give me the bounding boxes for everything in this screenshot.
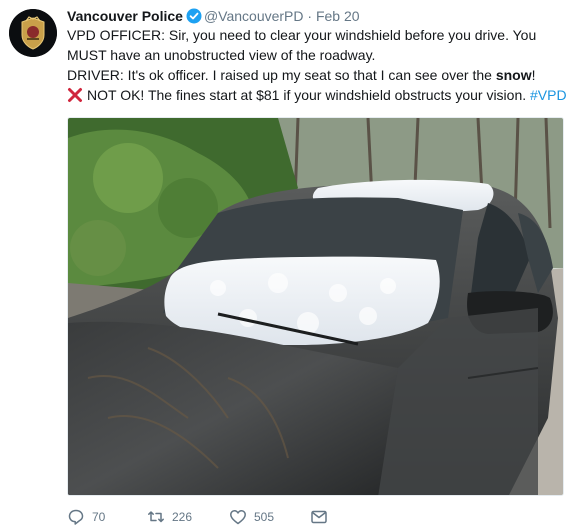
tweet-photo[interactable]: [67, 117, 564, 496]
tweet-date[interactable]: Feb 20: [316, 8, 360, 24]
fines-text: NOT OK! The fines start at $81 if your w…: [87, 87, 531, 103]
avatar[interactable]: [9, 9, 57, 57]
cross-mark-icon: [67, 87, 83, 108]
like-icon: [230, 510, 246, 525]
message-action[interactable]: [310, 508, 328, 526]
author-name[interactable]: Vancouver Police: [67, 8, 183, 24]
tweet-line-officer: VPD OFFICER: Sir, you need to clear your…: [67, 27, 537, 63]
tweet-body: VPD OFFICER: Sir, you need to clear your…: [67, 25, 567, 108]
hashtag-vpd[interactable]: #VPD: [530, 87, 567, 103]
tweet-line-fines: NOT OK! The fines start at $81 if your w…: [67, 85, 567, 108]
reply-icon: [68, 509, 84, 525]
message-icon: [311, 510, 327, 524]
reply-action[interactable]: 70: [67, 508, 105, 526]
retweet-action[interactable]: 226: [147, 508, 192, 526]
retweet-icon: [148, 511, 164, 523]
exclamation-text: !: [531, 67, 536, 83]
snow-bold-text: snow: [495, 67, 532, 83]
author-handle[interactable]: @VancouverPD: [204, 8, 304, 24]
vpd-badge-icon: [9, 9, 57, 57]
driver-text: DRIVER: It's ok officer. I raised up my …: [67, 67, 496, 83]
tweet-line-driver: DRIVER: It's ok officer. I raised up my …: [67, 65, 567, 85]
snowy-car-photo: [68, 118, 563, 495]
like-action[interactable]: 505: [229, 508, 274, 526]
separator-dot: ·: [307, 8, 313, 24]
